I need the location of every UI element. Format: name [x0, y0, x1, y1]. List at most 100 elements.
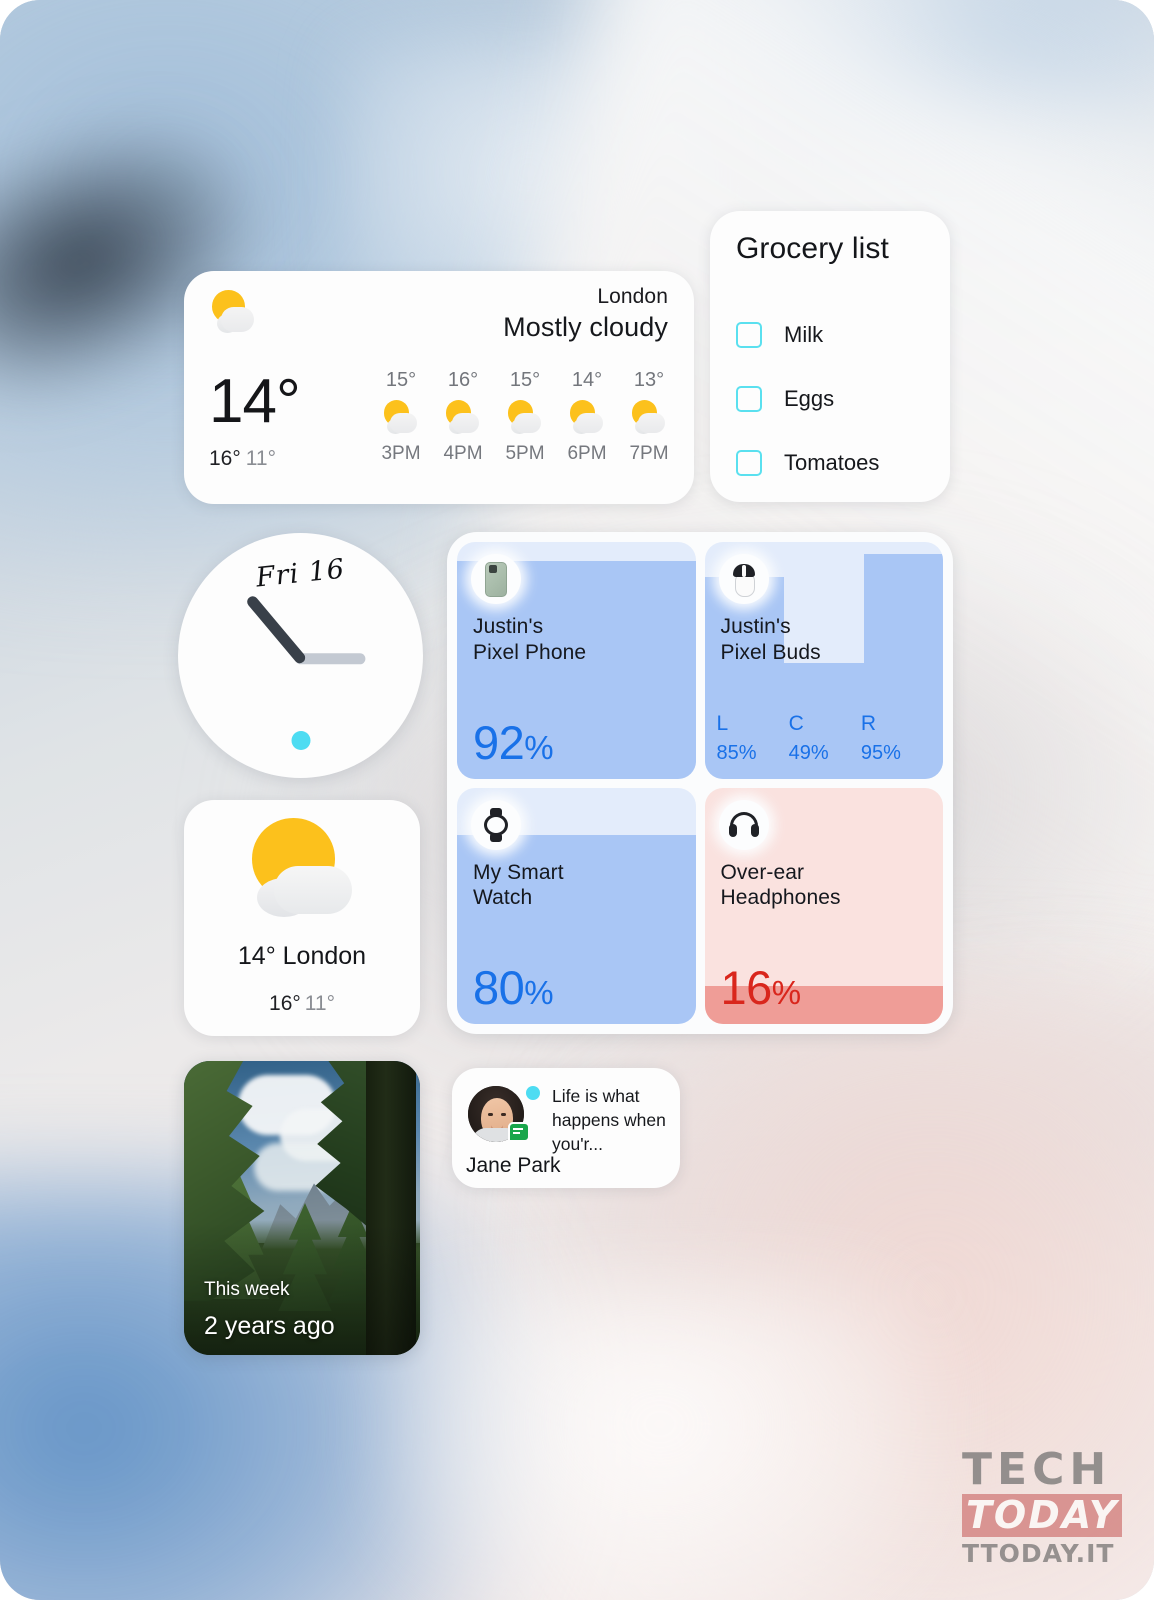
unread-dot-icon — [526, 1086, 540, 1100]
hourly-time: 6PM — [567, 443, 607, 464]
grocery-list-item[interactable]: Tomatoes — [736, 431, 936, 495]
hourly-time: 5PM — [505, 443, 545, 464]
checkbox-icon[interactable] — [736, 386, 762, 412]
grocery-list-item[interactable]: Eggs — [736, 367, 936, 431]
weather-small-high: 16° — [269, 992, 301, 1015]
photo-caption-top: This week — [204, 1279, 290, 1300]
headphones-icon — [718, 799, 769, 850]
sun-cloud-icon — [568, 399, 606, 437]
grocery-item-label: Milk — [784, 322, 824, 347]
bud-channel-levels: L 85% C 49% R 95% — [717, 712, 934, 765]
checkbox-icon[interactable] — [736, 322, 762, 348]
photo-caption-bottom: 2 years ago — [204, 1312, 335, 1340]
message-preview: Life is what happens when you'r... — [552, 1086, 666, 1155]
bud-channel-label: C — [788, 711, 804, 735]
watermark-line-tech: TECH — [962, 1444, 1112, 1495]
bud-channel-value: 85% — [716, 741, 757, 764]
battery-percent-symbol: % — [771, 974, 801, 1011]
weather-widget-small[interactable]: 14° London 16° 11° — [184, 800, 420, 1036]
hourly-time: 7PM — [629, 443, 669, 464]
battery-percent-value: 92 — [473, 715, 525, 769]
sun-cloud-icon — [210, 289, 258, 337]
hourly-forecast-item: 15° 3PM — [372, 369, 430, 465]
hourly-temp: 15° — [385, 369, 417, 391]
photo-overlay — [184, 1061, 420, 1355]
grocery-list-title: Grocery list — [736, 232, 889, 265]
message-widget[interactable]: Life is what happens when you'r... Jane … — [452, 1068, 680, 1188]
checkbox-icon[interactable] — [736, 450, 762, 476]
sun-cloud-icon — [506, 399, 544, 437]
hourly-temp: 16° — [447, 369, 479, 391]
weather-current-block: 14° 16° 11° — [209, 367, 301, 471]
battery-percent-value: 80 — [473, 961, 525, 1014]
device-name: Justin's Pixel Phone — [473, 614, 686, 665]
weather-high: 16° — [209, 447, 241, 470]
device-battery-tile[interactable]: Justin's Pixel Phone 92% — [457, 542, 696, 779]
weather-high-low: 16° 11° — [209, 447, 300, 471]
battery-percent-symbol: % — [524, 728, 554, 766]
grocery-list-item[interactable]: Milk — [736, 303, 936, 367]
bud-channel-label: L — [716, 711, 729, 735]
hourly-temp: 15° — [509, 369, 541, 391]
weather-widget-large[interactable]: London Mostly cloudy 14° 16° 11° 15° 3PM 16… — [184, 271, 694, 504]
bud-channel: C 49% — [789, 712, 861, 765]
device-name-line1: Justin's — [720, 615, 791, 638]
grocery-item-label: Tomatoes — [784, 450, 880, 475]
hourly-time: 4PM — [443, 443, 483, 464]
device-name-line2: Watch — [473, 886, 533, 910]
sun-cloud-icon — [630, 399, 668, 437]
weather-small-summary: 14° London — [237, 942, 367, 970]
bud-channel: R 95% — [861, 712, 933, 765]
grocery-list-widget[interactable]: Grocery list Milk Eggs Tomatoes — [710, 211, 950, 502]
weather-current-temp: 14° — [209, 367, 301, 436]
battery-percent: 80% — [473, 961, 554, 1014]
bud-channel: L 85% — [717, 712, 789, 765]
weather-small-low: 11° — [304, 992, 335, 1015]
hourly-temp: 14° — [571, 369, 603, 391]
grocery-items-list: Milk Eggs Tomatoes — [736, 303, 936, 495]
device-name-line1: Justin's — [473, 615, 544, 638]
sun-cloud-icon — [444, 399, 482, 437]
photo-memory-widget[interactable]: This week 2 years ago — [184, 1061, 420, 1355]
pixel-phone-icon — [471, 554, 521, 604]
hourly-forecast-item: 15° 5PM — [496, 369, 554, 465]
clock-accent-dot — [291, 731, 310, 750]
battery-percent-symbol: % — [524, 974, 554, 1011]
device-battery-tile[interactable]: Over-ear Headphones 16% — [704, 787, 943, 1024]
battery-percent-value: 16 — [720, 961, 773, 1014]
device-name-line2: Headphones — [720, 886, 841, 910]
sun-cloud-icon — [243, 816, 361, 926]
device-battery-tile[interactable]: My Smart Watch 80% — [457, 787, 696, 1024]
device-name-line2: Pixel Buds — [720, 640, 821, 664]
messages-icon — [508, 1122, 530, 1142]
pixel-buds-icon — [718, 554, 769, 604]
watermark-logo: TECH TODAY TTODAY.IT — [962, 1448, 1144, 1580]
hourly-forecast-list: 15° 3PM 16° 4PM 15° 5PM 14° 6PM 13° 7PM — [372, 369, 678, 465]
weather-city: London — [597, 285, 668, 308]
hourly-forecast-item: 16° 4PM — [434, 369, 492, 465]
weather-low: 11° — [245, 447, 276, 470]
watermark-today-box: TODAY — [962, 1493, 1123, 1537]
hourly-forecast-item: 13° 7PM — [620, 369, 678, 465]
device-name-line2: Pixel Phone — [473, 640, 587, 664]
weather-small-high-low: 16° 11° — [184, 992, 420, 1016]
wallpaper-home-screen: London Mostly cloudy 14° 16° 11° 15° 3PM 16… — [0, 0, 1154, 1600]
device-battery-widget[interactable]: Justin's Pixel Phone 92% Justin's Pixel Buds… — [447, 532, 953, 1034]
background-blob — [380, 1280, 940, 1600]
grocery-item-label: Eggs — [784, 386, 835, 411]
device-name-line1: My Smart — [473, 860, 564, 884]
watermark-line-today: TODAY — [966, 1493, 1119, 1537]
clock-hour-hand — [244, 593, 307, 665]
weather-condition: Mostly cloudy — [503, 312, 668, 342]
device-name: Justin's Pixel Buds — [721, 614, 934, 665]
hourly-forecast-item: 14° 6PM — [558, 369, 616, 465]
analog-clock-widget[interactable]: Fri 16 — [178, 533, 423, 778]
battery-percent: 16% — [720, 961, 802, 1014]
hourly-temp: 13° — [633, 369, 665, 391]
battery-percent: 92% — [473, 715, 554, 769]
hourly-time: 3PM — [381, 443, 421, 464]
watermark-line-url: TTODAY.IT — [962, 1539, 1115, 1568]
device-battery-tile[interactable]: Justin's Pixel Buds L 85% C 49% R 95% — [704, 542, 943, 779]
weather-location-block: London Mostly cloudy — [503, 285, 668, 343]
bud-channel-value: 95% — [860, 741, 901, 764]
